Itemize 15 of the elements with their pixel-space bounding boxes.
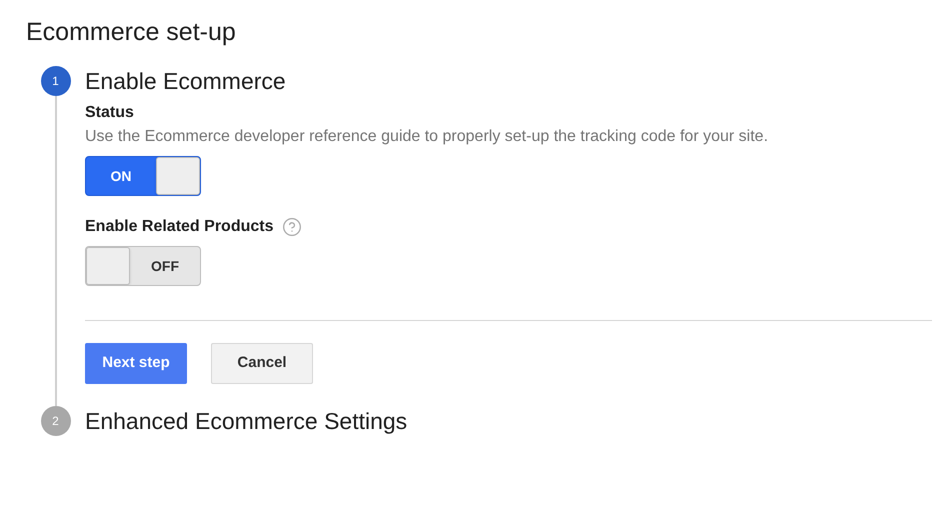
toggle-knob	[86, 247, 130, 285]
step-title: Enable Ecommerce	[85, 67, 287, 96]
step-number: 2	[40, 406, 70, 436]
cancel-button[interactable]: Cancel	[211, 343, 313, 384]
step-number: 1	[40, 66, 70, 96]
setting-description: Use the Ecommerce developer reference guide to properly set-up the tracking code for your site.	[85, 127, 770, 147]
page-title: Ecommerce set-up	[26, 17, 237, 48]
toggle-knob	[156, 157, 200, 195]
step-title: Enhanced Ecommerce Settings	[85, 407, 408, 436]
toggle-switch[interactable]: OFF	[85, 246, 201, 286]
setting-label: Status	[85, 103, 134, 123]
help-icon[interactable]	[282, 217, 302, 237]
toggle-switch[interactable]: ON	[85, 156, 201, 196]
next-button[interactable]: Next step	[85, 343, 187, 384]
setting-label: Enable Related Products	[85, 217, 274, 237]
